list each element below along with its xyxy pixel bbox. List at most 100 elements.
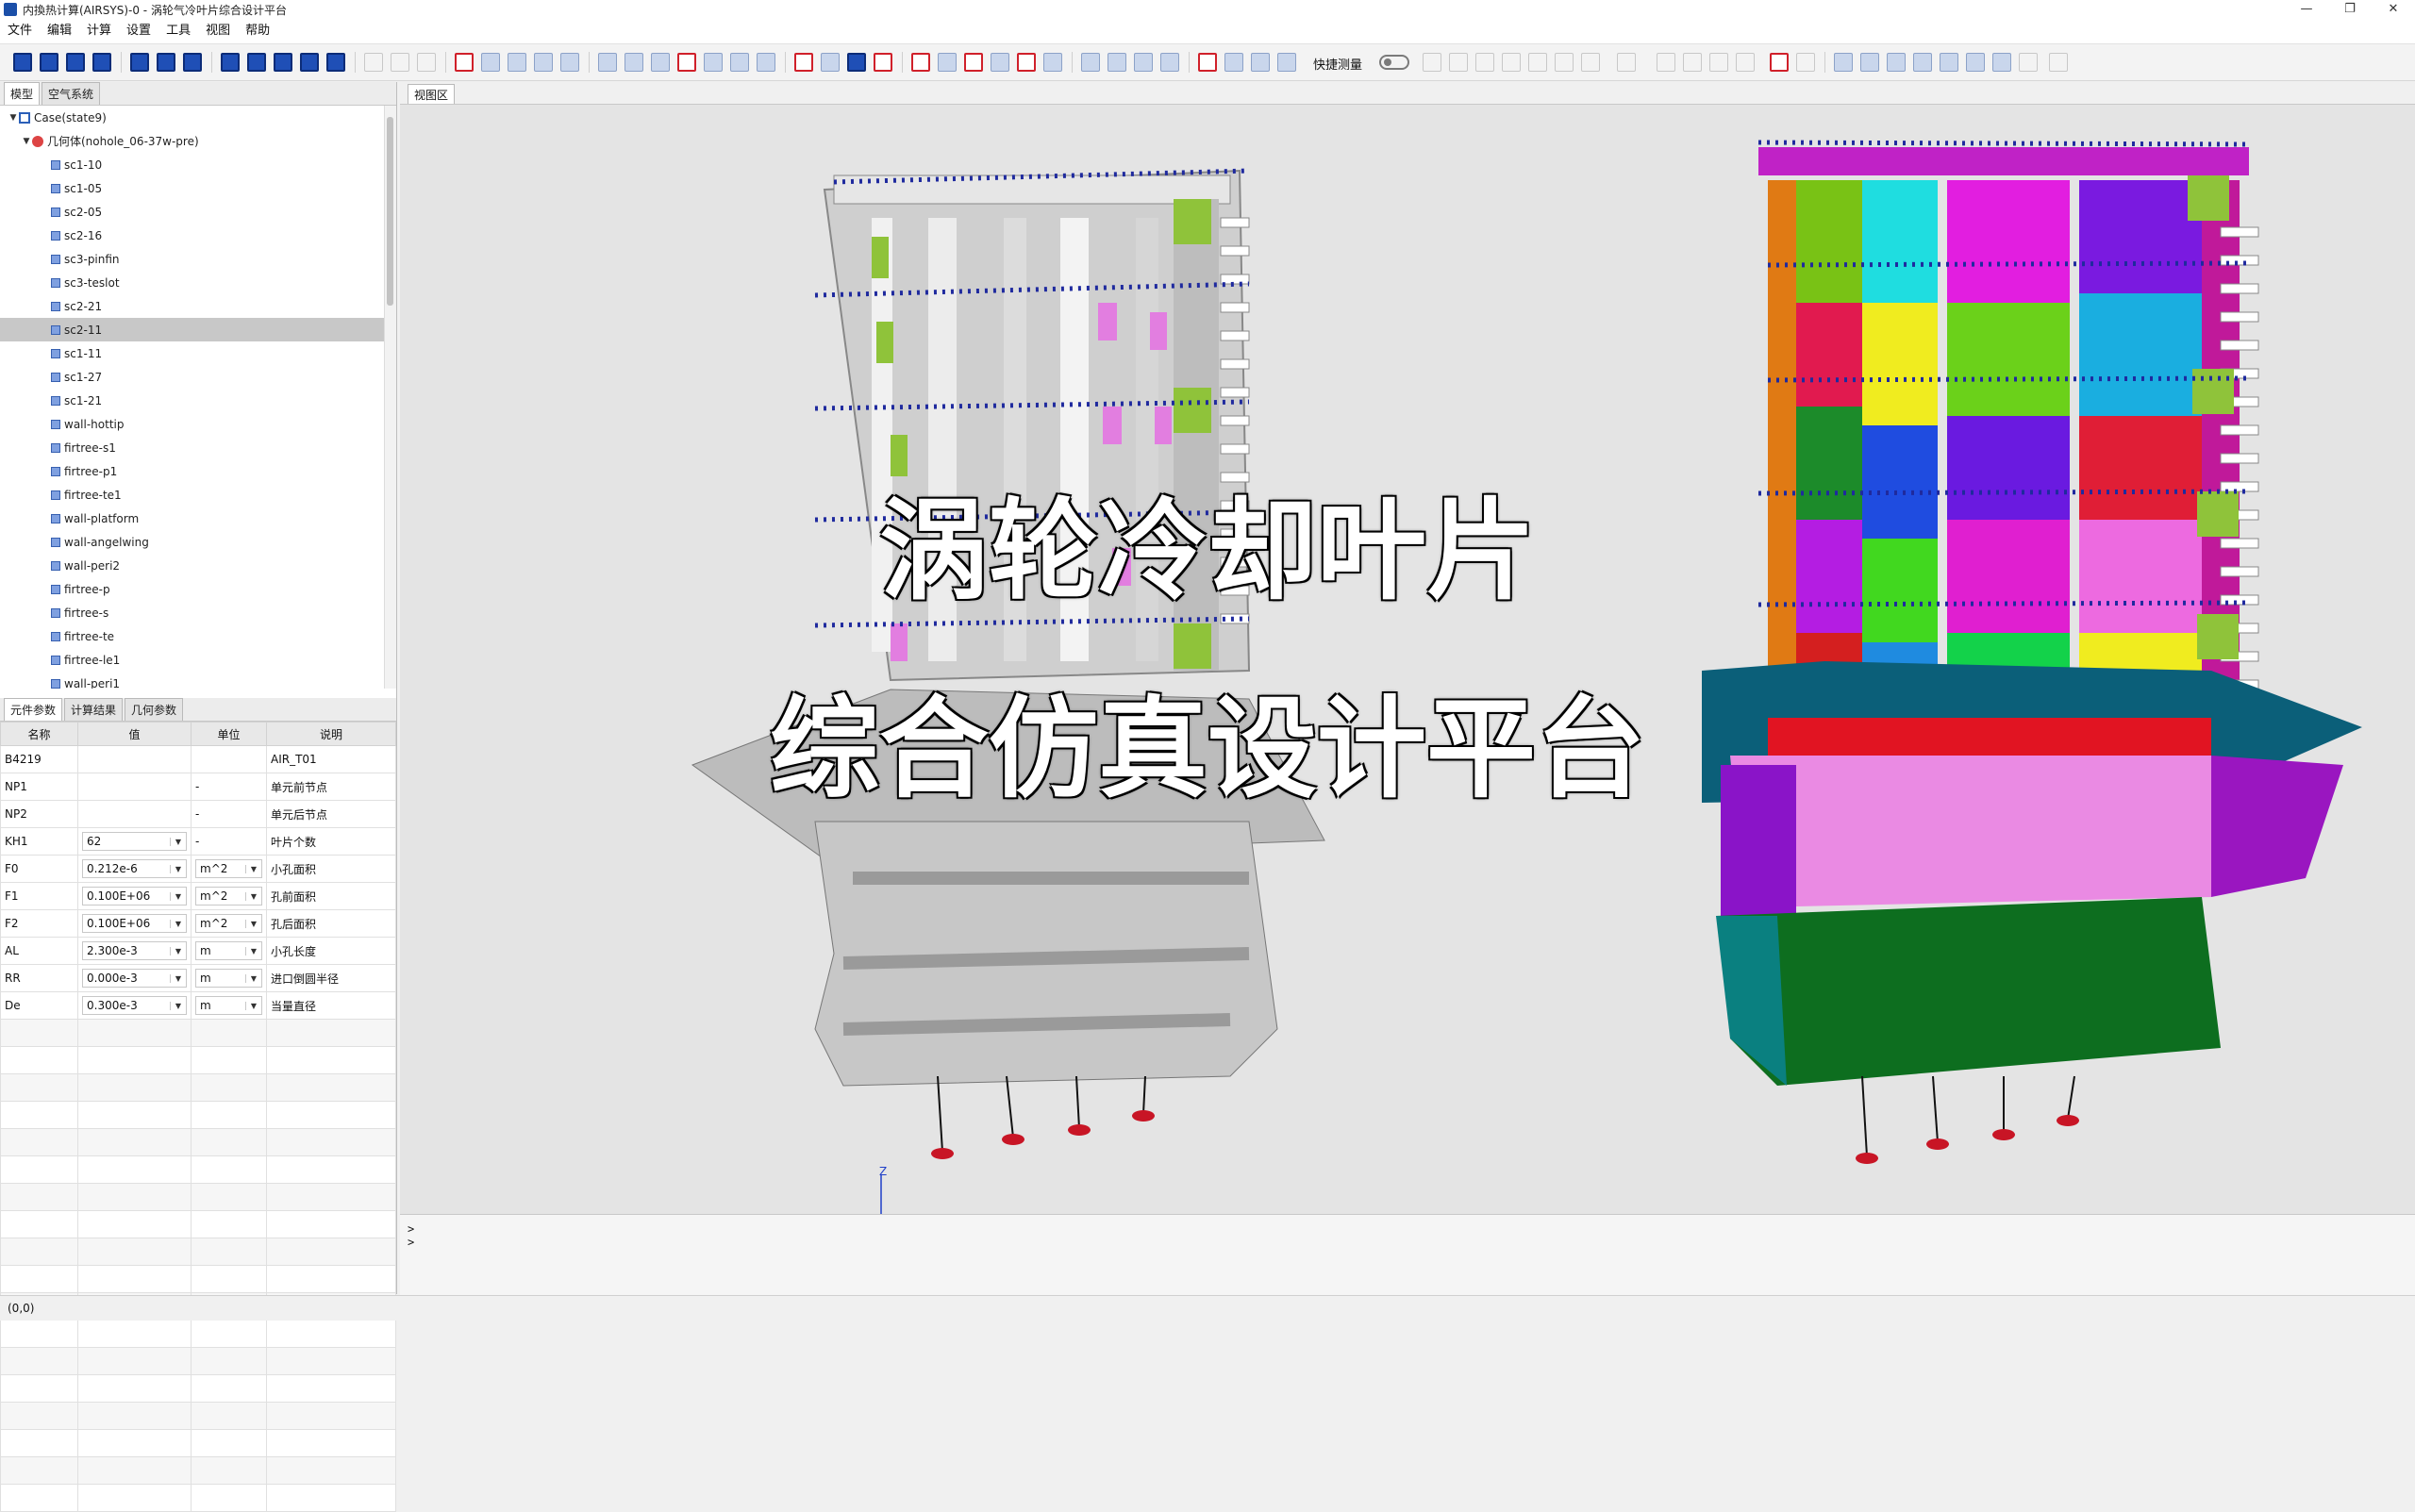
collapse-arrow-icon[interactable]: ▼ xyxy=(21,137,32,146)
param-value-cell[interactable] xyxy=(77,773,192,801)
tab-geometry-params[interactable]: 几何参数 xyxy=(125,698,184,721)
param-value-cell[interactable]: 0.100E+06 ▼ xyxy=(77,909,192,938)
tree-item[interactable]: wall-peri2 xyxy=(0,554,396,577)
save-as-icon[interactable] xyxy=(92,53,111,72)
tab-model[interactable]: 模型 xyxy=(4,82,41,105)
layer-icon[interactable] xyxy=(1017,53,1036,72)
3d-viewport[interactable]: Z X Y xyxy=(400,104,2415,1241)
camera-icon[interactable] xyxy=(247,53,266,72)
eye-icon[interactable] xyxy=(1834,53,1853,72)
tree-root[interactable]: ▼ Case(state9) xyxy=(0,106,396,129)
value-combo[interactable]: 0.100E+06 ▼ xyxy=(82,914,187,933)
text-icon[interactable] xyxy=(1966,53,1985,72)
target-icon[interactable] xyxy=(1198,53,1217,72)
tab-element-params[interactable]: 元件参数 xyxy=(4,698,63,721)
panel-icon[interactable] xyxy=(1108,53,1126,72)
brush-icon[interactable] xyxy=(2019,53,2038,72)
view-target-icon[interactable] xyxy=(1449,53,1468,72)
tree-item[interactable]: wall-peri1 xyxy=(0,672,396,689)
chevron-down-icon[interactable]: ▼ xyxy=(245,946,261,955)
measure-icon[interactable] xyxy=(964,53,983,72)
unit-combo[interactable]: m^2 ▼ xyxy=(195,887,262,906)
hide-icon[interactable] xyxy=(1860,53,1879,72)
unit-combo[interactable]: m^2 ▼ xyxy=(195,914,262,933)
view-front-icon[interactable] xyxy=(1423,53,1441,72)
chevron-down-icon[interactable]: ▼ xyxy=(170,864,186,873)
param-value-cell[interactable]: 2.300e-3 ▼ xyxy=(77,937,192,965)
tree-item[interactable]: firtree-s1 xyxy=(0,436,396,459)
tree-item[interactable]: sc2-05 xyxy=(0,200,396,224)
value-combo[interactable]: 0.000e-3 ▼ xyxy=(82,969,187,988)
tree-item[interactable]: sc2-11 xyxy=(0,318,396,341)
arrow-right-icon[interactable] xyxy=(1736,53,1755,72)
close-button[interactable]: ✕ xyxy=(2372,0,2415,19)
tree-item[interactable]: wall-platform xyxy=(0,507,396,530)
line-icon[interactable] xyxy=(1555,53,1574,72)
menu-edit[interactable]: 编辑 xyxy=(40,19,79,43)
quick-measure-toggle[interactable] xyxy=(1379,55,1409,70)
param-unit-cell[interactable]: - xyxy=(191,773,267,801)
refresh-icon[interactable] xyxy=(326,53,345,72)
settings-gear-icon[interactable] xyxy=(183,53,202,72)
chevron-down-icon[interactable]: ▼ xyxy=(170,946,186,955)
menu-settings[interactable]: 设置 xyxy=(119,19,158,43)
chart-icon[interactable] xyxy=(1770,53,1789,72)
tree-item[interactable]: sc2-21 xyxy=(0,294,396,318)
tab-air-system[interactable]: 空气系统 xyxy=(42,82,101,105)
console-output[interactable]: > > xyxy=(400,1214,2415,1295)
value-combo[interactable]: 0.300e-3 ▼ xyxy=(82,996,187,1015)
tree-item[interactable]: sc1-11 xyxy=(0,341,396,365)
param-unit-cell[interactable] xyxy=(191,745,267,773)
param-unit-cell[interactable]: m ▼ xyxy=(191,991,267,1020)
restore-button[interactable]: ❐ xyxy=(2328,0,2372,19)
tree-item[interactable]: wall-angelwing xyxy=(0,530,396,554)
compare-icon[interactable] xyxy=(1160,53,1179,72)
tree-scrollbar[interactable] xyxy=(384,106,396,689)
tree-item[interactable]: sc1-27 xyxy=(0,365,396,389)
arrow-up-icon[interactable] xyxy=(1657,53,1675,72)
redo-icon[interactable] xyxy=(417,53,436,72)
value-combo[interactable]: 62 ▼ xyxy=(82,832,187,851)
select-pointer-icon[interactable] xyxy=(455,53,474,72)
param-unit-cell[interactable]: - xyxy=(191,827,267,856)
box-view-icon[interactable] xyxy=(874,53,892,72)
frame-icon[interactable] xyxy=(1887,53,1906,72)
window-icon[interactable] xyxy=(1043,53,1062,72)
menu-compute[interactable]: 计算 xyxy=(79,19,119,43)
param-value-cell[interactable]: 0.100E+06 ▼ xyxy=(77,882,192,910)
solid-view-icon[interactable] xyxy=(794,53,813,72)
video-icon[interactable] xyxy=(274,53,292,72)
eraser-icon[interactable] xyxy=(1940,53,1958,72)
collapse-arrow-icon[interactable]: ▼ xyxy=(8,113,19,123)
clip-icon[interactable] xyxy=(1913,53,1932,72)
tree-item[interactable]: sc1-21 xyxy=(0,389,396,412)
image-icon[interactable] xyxy=(221,53,240,72)
run-icon[interactable] xyxy=(130,53,149,72)
param-unit-cell[interactable]: m ▼ xyxy=(191,937,267,965)
chevron-down-icon[interactable]: ▼ xyxy=(245,973,261,983)
table-icon[interactable] xyxy=(1081,53,1100,72)
probe-cluster-icon[interactable] xyxy=(1277,53,1296,72)
mark-icon[interactable] xyxy=(911,53,930,72)
value-combo[interactable]: 0.212e-6 ▼ xyxy=(82,859,187,878)
layout-dropdown-icon[interactable] xyxy=(2049,53,2068,72)
branch-tool-icon[interactable] xyxy=(651,53,670,72)
tree-item[interactable]: sc2-16 xyxy=(0,224,396,247)
flag-icon[interactable] xyxy=(938,53,957,72)
delete-icon[interactable] xyxy=(364,53,383,72)
param-value-cell[interactable]: 62 ▼ xyxy=(77,827,192,856)
open-folder-icon[interactable] xyxy=(40,53,58,72)
zoom-icon[interactable] xyxy=(508,53,526,72)
menu-help[interactable]: 帮助 xyxy=(238,19,277,43)
tab-viewport[interactable]: 视图区 xyxy=(408,84,456,106)
param-value-cell[interactable]: 0.000e-3 ▼ xyxy=(77,964,192,992)
param-unit-cell[interactable]: m^2 ▼ xyxy=(191,909,267,938)
param-value-cell[interactable]: 0.212e-6 ▼ xyxy=(77,855,192,883)
edit-element-icon[interactable] xyxy=(677,53,696,72)
tree-item[interactable]: wall-hottip xyxy=(0,412,396,436)
param-unit-cell[interactable]: m^2 ▼ xyxy=(191,882,267,910)
zoom-fit-icon[interactable] xyxy=(534,53,553,72)
tree-item[interactable]: sc1-05 xyxy=(0,176,396,200)
move-icon[interactable] xyxy=(1617,53,1636,72)
rectangle-icon[interactable] xyxy=(1992,53,2011,72)
